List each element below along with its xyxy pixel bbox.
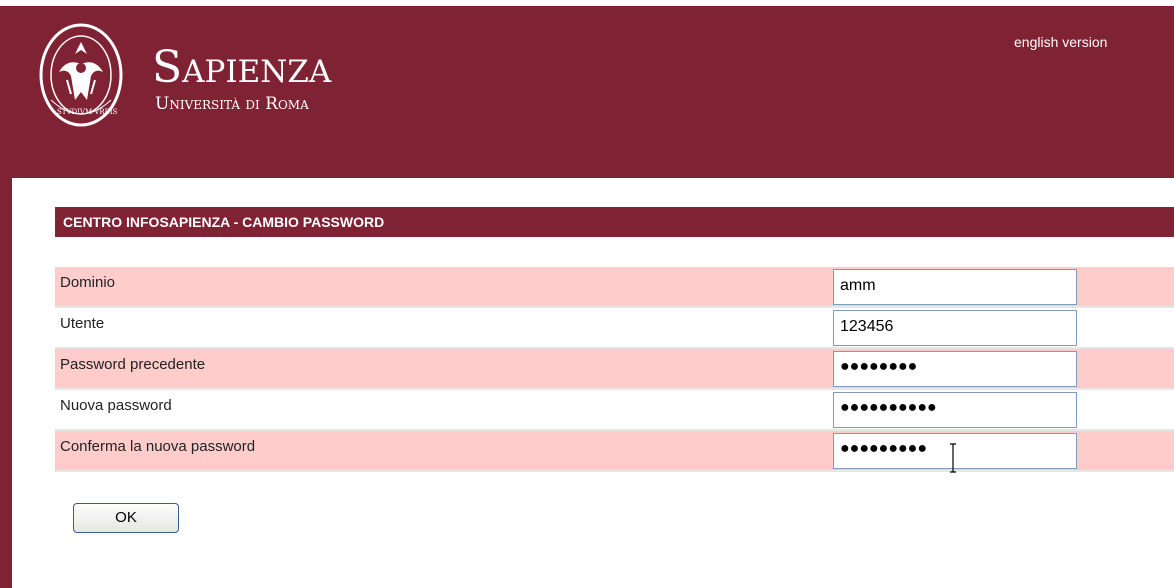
form-row-nuova-password: Nuova password ●●●●●●●●●● [55, 390, 1174, 431]
page-title: CENTRO INFOSAPIENZA - CAMBIO PASSWORD [63, 214, 385, 230]
left-accent-bar [0, 178, 12, 588]
conferma-password-label: Conferma la nuova password [60, 438, 256, 455]
sapienza-seal-logo: STVDIVM VRBIS [39, 23, 123, 127]
form-row-password-precedente: Password precedente ●●●●●●●● [55, 349, 1174, 390]
form-row-dominio: Dominio amm [55, 267, 1174, 308]
utente-field[interactable]: 123456 [833, 310, 1077, 346]
form-row-utente: Utente 123456 [55, 308, 1174, 349]
utente-label: Utente [60, 315, 105, 332]
ok-button[interactable]: OK [73, 503, 179, 533]
dominio-field[interactable]: amm [833, 269, 1077, 305]
nuova-password-label: Nuova password [60, 397, 172, 414]
password-precedente-field[interactable]: ●●●●●●●● [833, 351, 1077, 387]
english-version-link[interactable]: english version [1014, 34, 1107, 50]
nuova-password-field[interactable]: ●●●●●●●●●● [833, 392, 1077, 428]
text-cursor-icon [950, 443, 956, 473]
brand-subtitle: Università di Roma [155, 94, 309, 114]
dominio-label: Dominio [60, 274, 116, 291]
seal-motto: STVDIVM VRBIS [57, 108, 118, 116]
password-form: Dominio amm Utente 123456 Password prece… [55, 267, 1174, 472]
brand-name: Sapienza [152, 42, 332, 93]
form-row-conferma-password: Conferma la nuova password ●●●●●●●●● [55, 431, 1174, 472]
password-precedente-label: Password precedente [60, 356, 206, 373]
